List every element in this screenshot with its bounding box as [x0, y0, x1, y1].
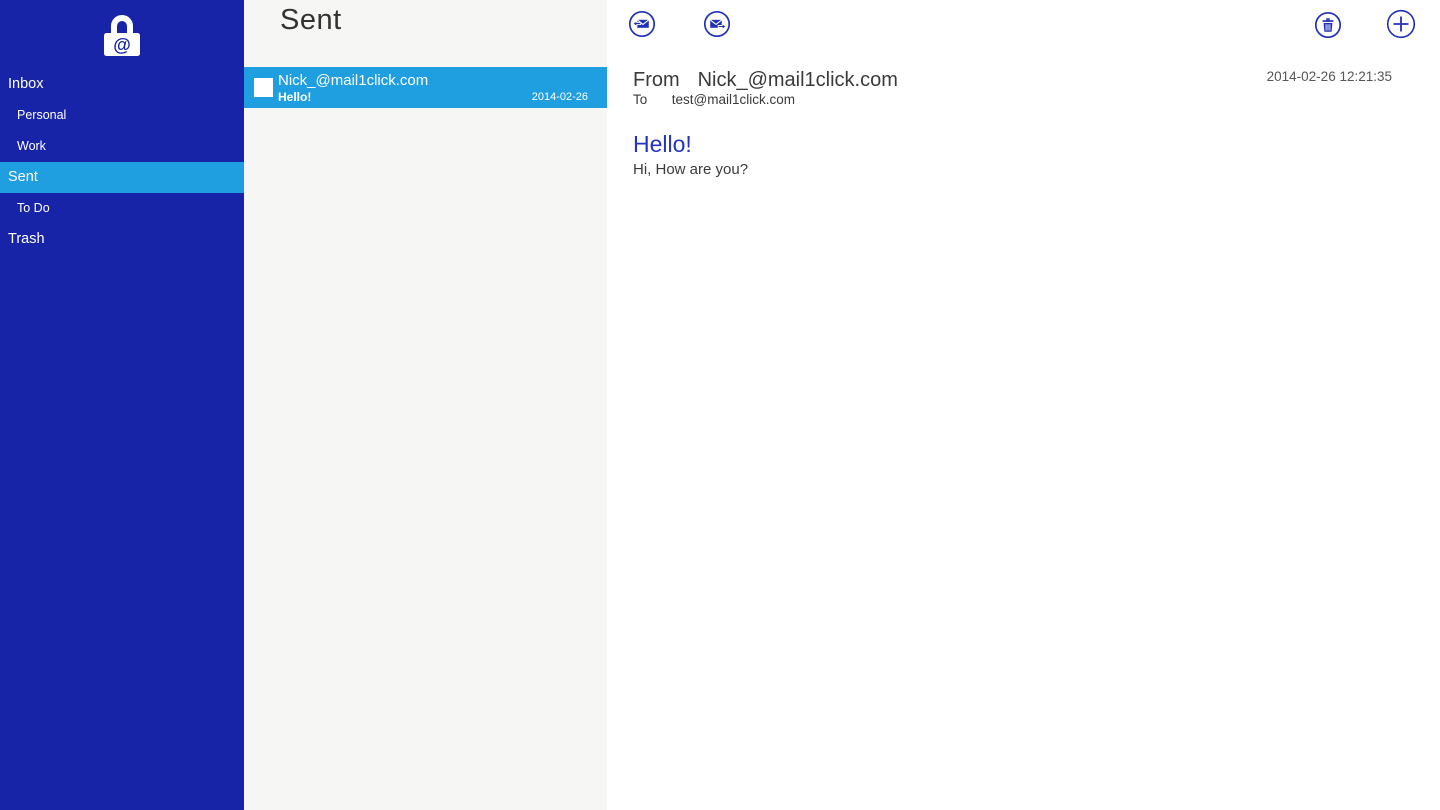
to-label: To [633, 92, 648, 107]
sidebar-item-work[interactable]: Work [0, 131, 244, 162]
delete-button[interactable] [1314, 11, 1344, 41]
new-message-button[interactable] [1386, 9, 1416, 39]
email-checkbox[interactable] [254, 78, 273, 97]
sidebar: @ Inbox Personal Work Sent To Do Trash [0, 0, 244, 810]
message-to-row: To test@mail1click.com [633, 92, 795, 107]
sidebar-item-inbox[interactable]: Inbox [0, 69, 244, 100]
message-datetime: 2014-02-26 12:21:35 [1266, 69, 1392, 84]
forward-button[interactable] [703, 10, 733, 40]
from-address: Nick_@mail1click.com [697, 69, 898, 91]
lock-at-logo-icon: @ [104, 15, 140, 56]
message-body: Hi, How are you? [633, 161, 749, 178]
reply-icon [628, 10, 656, 38]
sidebar-item-todo[interactable]: To Do [0, 193, 244, 224]
new-message-icon [1386, 9, 1416, 39]
email-sender: Nick_@mail1click.com [278, 72, 429, 89]
svg-text:@: @ [113, 35, 131, 55]
sidebar-item-sent[interactable]: Sent [0, 162, 244, 193]
folder-title: Sent [280, 4, 342, 36]
message-list-column: Sent Nick_@mail1click.com Hello! 2014-02… [244, 0, 607, 810]
email-list-item[interactable]: Nick_@mail1click.com Hello! 2014-02-26 [244, 67, 607, 108]
email-subject: Hello! [278, 90, 312, 104]
message-from-row: From Nick_@mail1click.com [633, 69, 898, 92]
from-label: From [633, 69, 680, 91]
forward-icon [703, 10, 731, 38]
reply-button[interactable] [628, 10, 658, 40]
to-address: test@mail1click.com [671, 92, 795, 107]
reading-pane: From Nick_@mail1click.com To test@mail1c… [607, 0, 1440, 810]
sidebar-nav: Inbox Personal Work Sent To Do Trash [0, 69, 244, 255]
message-subject: Hello! [633, 131, 692, 157]
sidebar-item-trash[interactable]: Trash [0, 224, 244, 255]
email-date: 2014-02-26 [531, 91, 588, 103]
sidebar-item-personal[interactable]: Personal [0, 100, 244, 131]
delete-icon [1314, 11, 1342, 39]
